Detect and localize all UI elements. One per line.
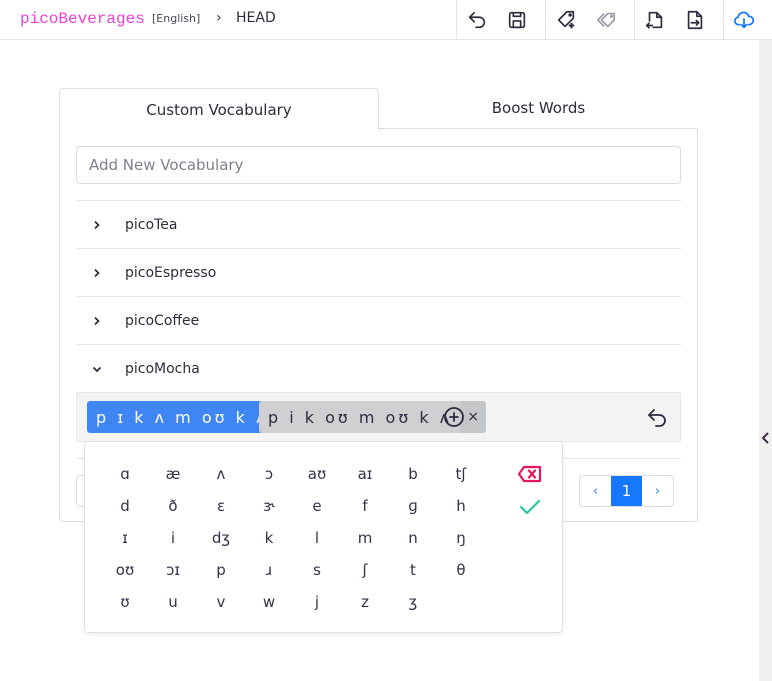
ipa-key[interactable]: ɝ <box>245 490 293 522</box>
top-bar: picoBeverages [English] › HEAD <box>0 0 772 40</box>
ipa-key[interactable]: ɑ <box>101 458 149 490</box>
ipa-key[interactable]: s <box>293 554 341 586</box>
vocabulary-item[interactable]: picoCoffee <box>77 296 681 344</box>
ipa-key[interactable]: ɹ <box>245 554 293 586</box>
download-button[interactable] <box>724 0 764 39</box>
toolbar-group-edit <box>456 0 537 39</box>
ipa-key[interactable]: ʊ <box>101 586 149 618</box>
import-button[interactable] <box>635 0 675 39</box>
tag-add-icon <box>557 10 575 28</box>
save-button[interactable] <box>497 0 537 39</box>
revert-icon[interactable] <box>645 406 669 430</box>
project-name[interactable]: picoBeverages <box>20 10 145 28</box>
ipa-key[interactable]: æ <box>149 458 197 490</box>
undo-icon <box>468 11 486 28</box>
backspace-icon[interactable] <box>517 464 543 484</box>
toolbar-group-tags <box>545 0 626 39</box>
ipa-key[interactable]: dʒ <box>197 522 245 554</box>
ipa-key[interactable]: oʊ <box>101 554 149 586</box>
ipa-key[interactable]: z <box>341 586 389 618</box>
ipa-key[interactable]: u <box>149 586 197 618</box>
file-import-icon <box>645 11 663 29</box>
side-panel-gutter <box>759 40 772 681</box>
chevron-left-icon <box>761 432 769 444</box>
ipa-key[interactable]: ʌ <box>197 458 245 490</box>
cloud-download-icon <box>733 11 755 28</box>
ipa-key[interactable]: ɔɪ <box>149 554 197 586</box>
ipa-key[interactable]: ɔ <box>245 458 293 490</box>
ipa-key[interactable]: k <box>245 522 293 554</box>
next-page-button[interactable]: › <box>642 476 673 506</box>
chevron-right-icon <box>94 316 100 325</box>
ipa-key[interactable]: h <box>437 490 485 522</box>
ipa-key[interactable]: ʒ <box>389 586 437 618</box>
language-label: [English] <box>152 12 201 25</box>
toolbar-group-files <box>634 0 715 39</box>
ipa-key[interactable]: ɪ <box>101 522 149 554</box>
vocabulary-word: picoCoffee <box>125 312 200 329</box>
ipa-key[interactable]: e <box>293 490 341 522</box>
ipa-key[interactable]: θ <box>437 554 485 586</box>
chevron-right-icon <box>94 220 100 229</box>
tags-button[interactable] <box>586 0 626 39</box>
confirm-check-icon[interactable] <box>519 497 541 517</box>
vocabulary-item[interactable]: picoEspresso <box>77 248 681 296</box>
ipa-key[interactable]: f <box>341 490 389 522</box>
ipa-key[interactable]: ɛ <box>197 490 245 522</box>
prev-page-button[interactable]: ‹ <box>580 476 611 506</box>
page-button-current[interactable]: 1 <box>611 476 642 506</box>
ipa-key[interactable]: d <box>101 490 149 522</box>
vocabulary-item[interactable]: picoTea <box>77 200 681 248</box>
vocabulary-item-expanded[interactable]: picoMocha <box>77 344 681 392</box>
ipa-key[interactable]: v <box>197 586 245 618</box>
ipa-key[interactable]: l <box>293 522 341 554</box>
ipa-key[interactable]: ð <box>149 490 197 522</box>
add-vocabulary-input[interactable] <box>76 146 681 184</box>
ipa-key[interactable]: m <box>341 522 389 554</box>
breadcrumb-separator: › <box>216 10 222 26</box>
expand-side-panel-button[interactable] <box>759 430 772 446</box>
ipa-key-grid: ɑ æ ʌ ɔ aʊ aɪ b tʃ d ð ɛ ɝ e f ɡ h ɪ i dʒ k l m n ŋ oʊ ɔɪ p ɹ s ʃ t θ ʊ u… <box>101 458 485 618</box>
ipa-key[interactable]: j <box>293 586 341 618</box>
ipa-key[interactable]: n <box>389 522 437 554</box>
ipa-key[interactable]: i <box>149 522 197 554</box>
add-pronunciation-icon[interactable] <box>443 406 465 428</box>
toolbar-group-cloud <box>723 0 764 39</box>
chevron-right-icon <box>94 268 100 277</box>
ipa-key[interactable]: tʃ <box>437 458 485 490</box>
ipa-key[interactable]: ʃ <box>341 554 389 586</box>
ipa-key[interactable]: aɪ <box>341 458 389 490</box>
tab-custom-vocabulary[interactable]: Custom Vocabulary <box>59 88 379 130</box>
pagination: ‹ 1 › <box>579 475 674 507</box>
pronunciation-text: p i k oʊ m oʊ k ʌ <box>268 407 453 427</box>
add-tag-button[interactable] <box>546 0 586 39</box>
ipa-key[interactable]: b <box>389 458 437 490</box>
chevron-down-icon <box>92 366 102 372</box>
tags-icon <box>596 12 616 27</box>
vocabulary-word: picoEspresso <box>125 264 217 281</box>
export-button[interactable] <box>675 0 715 39</box>
ipa-key[interactable]: t <box>389 554 437 586</box>
ipa-key[interactable]: aʊ <box>293 458 341 490</box>
vocabulary-word: picoTea <box>125 216 178 233</box>
vocabulary-word: picoMocha <box>125 360 200 377</box>
save-icon <box>508 11 526 28</box>
tab-boost-words[interactable]: Boost Words <box>379 88 698 129</box>
ipa-key[interactable]: ɡ <box>389 490 437 522</box>
ipa-keyboard: ɑ æ ʌ ɔ aʊ aɪ b tʃ d ð ɛ ɝ e f ɡ h ɪ i dʒ k l m n ŋ oʊ ɔɪ p ɹ s ʃ t θ ʊ u… <box>84 441 563 633</box>
branch-name[interactable]: HEAD <box>236 10 276 26</box>
pronunciation-bar: p ɪ k ʌ m oʊ k ʌ × p i k oʊ m oʊ k ʌ × <box>76 392 681 442</box>
pronunciation-text: p ɪ k ʌ m oʊ k ʌ <box>96 407 269 427</box>
ipa-key[interactable]: p <box>197 554 245 586</box>
undo-button[interactable] <box>457 0 497 39</box>
ipa-key[interactable]: ŋ <box>437 522 485 554</box>
ipa-key[interactable]: w <box>245 586 293 618</box>
file-export-icon <box>687 10 703 29</box>
